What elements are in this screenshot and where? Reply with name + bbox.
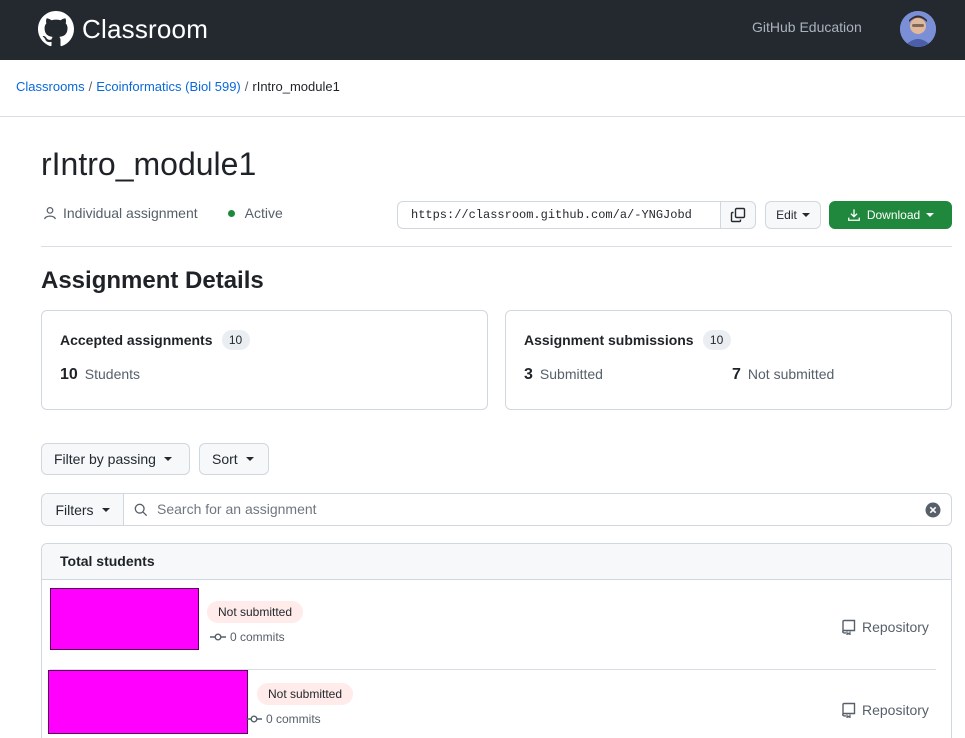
status-badge: Not submitted xyxy=(207,601,304,623)
repository-link[interactable]: Repository xyxy=(842,702,929,718)
students-stat: 10 Students xyxy=(60,366,140,384)
person-icon xyxy=(44,206,56,220)
not-submitted-stat: 7 Not submitted xyxy=(732,366,834,384)
students-list: Total students Not submitted 0 commits R… xyxy=(41,543,952,738)
commit-count-label: 0 commits xyxy=(266,712,321,726)
clear-icon[interactable] xyxy=(925,502,941,518)
assignment-details-heading: Assignment Details xyxy=(41,267,264,294)
repository-link[interactable]: Repository xyxy=(842,619,929,635)
submitted-stat: 3 Submitted xyxy=(524,366,603,384)
breadcrumb-classrooms[interactable]: Classrooms xyxy=(16,79,85,94)
page-title: rIntro_module1 xyxy=(41,146,257,182)
not-submitted-label: Not submitted xyxy=(747,366,835,382)
user-avatar[interactable] xyxy=(900,11,936,47)
assignment-status: Active xyxy=(244,205,283,221)
accepted-assignments-card: Accepted assignments 10 10 Students xyxy=(41,310,488,410)
copy-icon xyxy=(730,207,746,223)
edit-button[interactable]: Edit xyxy=(765,201,821,229)
submitted-label: Submitted xyxy=(539,366,603,382)
invite-url-field[interactable]: https://classroom.github.com/a/-YNGJobd xyxy=(397,201,721,229)
redacted-student-name xyxy=(50,588,199,650)
filters-label: Filters xyxy=(55,501,94,518)
divider xyxy=(0,116,965,117)
app-name: Classroom xyxy=(82,13,209,44)
filter-passing-label: Filter by passing xyxy=(54,451,156,467)
github-mark-icon xyxy=(38,11,74,47)
divider xyxy=(41,246,952,247)
breadcrumb: Classrooms / Ecoinformatics (Biol 599) / rIn… xyxy=(16,79,340,94)
filters-button[interactable]: Filters xyxy=(42,494,124,525)
repo-icon xyxy=(842,702,856,718)
status-badge: Not submitted xyxy=(257,683,354,705)
commit-icon xyxy=(210,633,226,641)
github-education-link[interactable]: GitHub Education xyxy=(752,19,862,35)
search-input[interactable] xyxy=(157,499,897,519)
avatar-image xyxy=(900,11,936,47)
top-navigation-bar: Classroom GitHub Education xyxy=(0,0,965,60)
assignment-submissions-card: Assignment submissions 10 3 Submitted 7 … xyxy=(505,310,952,410)
caret-down-icon xyxy=(101,507,110,512)
submissions-label: Assignment submissions xyxy=(524,332,694,348)
sort-label: Sort xyxy=(212,451,238,467)
assignment-type: Individual assignment xyxy=(63,205,198,221)
download-label: Download xyxy=(866,208,921,222)
search-bar: Filters xyxy=(41,493,952,526)
filter-by-passing-button[interactable]: Filter by passing xyxy=(41,443,190,475)
students-label: Students xyxy=(84,366,141,382)
assignment-meta: Individual assignment Active xyxy=(43,205,283,221)
repo-icon xyxy=(842,619,856,635)
sort-button[interactable]: Sort xyxy=(199,443,269,475)
commit-count: 0 commits xyxy=(246,712,321,726)
students-count: 10 xyxy=(60,366,78,383)
breadcrumb-separator: / xyxy=(244,79,249,94)
accepted-header: Accepted assignments 10 xyxy=(60,330,250,350)
commit-count: 0 commits xyxy=(210,630,285,644)
accepted-label: Accepted assignments xyxy=(60,332,213,348)
download-button[interactable]: Download xyxy=(829,201,952,229)
status-dot xyxy=(227,209,235,217)
classroom-brand[interactable]: Classroom xyxy=(38,11,208,47)
commit-icon xyxy=(246,715,262,723)
commit-count-label: 0 commits xyxy=(230,630,285,644)
copy-url-button[interactable] xyxy=(720,201,756,229)
breadcrumb-separator: / xyxy=(88,79,93,94)
submissions-counter: 10 xyxy=(702,330,731,350)
breadcrumb-classroom[interactable]: Ecoinformatics (Biol 599) xyxy=(96,79,241,94)
search-icon xyxy=(134,503,148,517)
submissions-header: Assignment submissions 10 xyxy=(524,330,731,350)
edit-label: Edit xyxy=(776,208,797,222)
caret-down-icon xyxy=(801,213,810,217)
not-submitted-count: 7 xyxy=(732,366,741,383)
repository-label: Repository xyxy=(862,619,929,635)
redacted-student-name xyxy=(48,670,248,734)
breadcrumb-current: rIntro_module1 xyxy=(252,79,340,94)
caret-down-icon xyxy=(926,213,935,217)
caret-down-icon xyxy=(163,457,172,461)
download-icon xyxy=(847,209,860,221)
total-students-header: Total students xyxy=(42,544,951,580)
caret-down-icon xyxy=(245,457,254,461)
accepted-counter: 10 xyxy=(221,330,250,350)
submitted-count: 3 xyxy=(524,366,533,383)
repository-label: Repository xyxy=(862,702,929,718)
